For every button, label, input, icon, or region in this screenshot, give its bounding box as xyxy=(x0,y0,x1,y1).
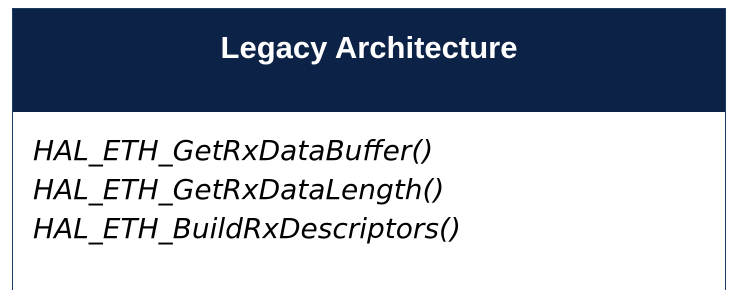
architecture-box: Legacy Architecture HAL_ETH_GetRxDataBuf… xyxy=(12,8,726,290)
diagram-canvas: Legacy Architecture HAL_ETH_GetRxDataBuf… xyxy=(0,0,740,295)
box-body: HAL_ETH_GetRxDataBuffer() HAL_ETH_GetRxD… xyxy=(13,112,725,291)
box-header: Legacy Architecture xyxy=(13,9,725,112)
box-title: Legacy Architecture xyxy=(220,30,518,65)
function-item: HAL_ETH_BuildRxDescriptors() xyxy=(33,212,461,245)
function-item: HAL_ETH_GetRxDataLength() xyxy=(33,173,445,206)
function-item: HAL_ETH_GetRxDataBuffer() xyxy=(33,134,434,167)
